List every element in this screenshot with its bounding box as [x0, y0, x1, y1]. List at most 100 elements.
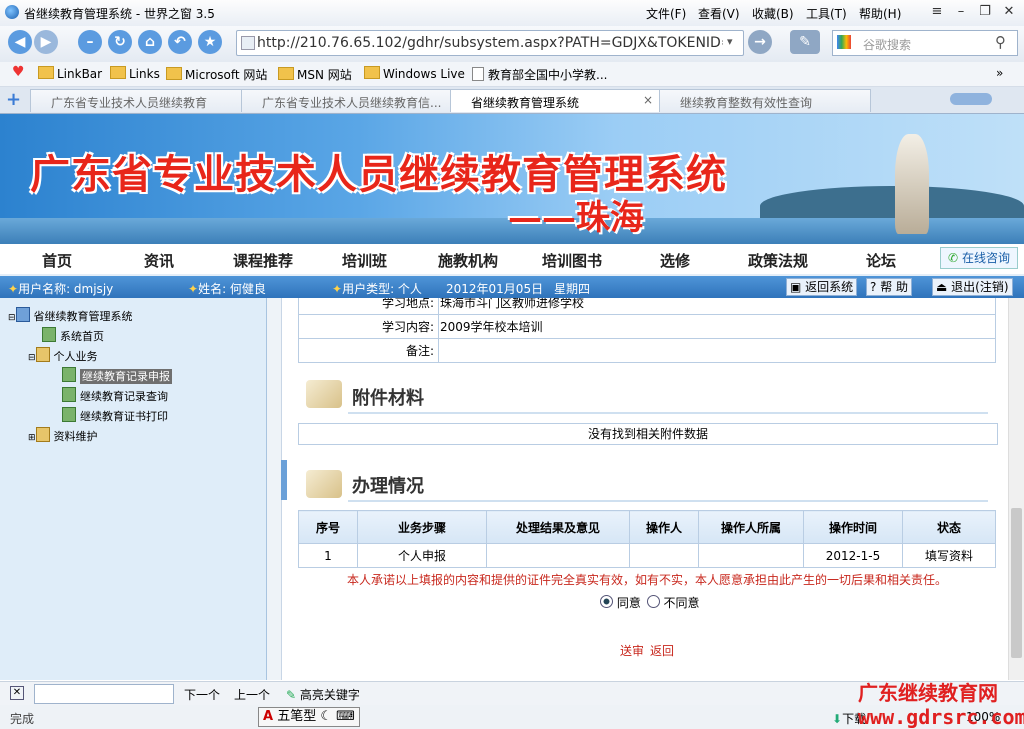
- refresh-icon[interactable]: ↻: [108, 30, 132, 54]
- scroll-icon: [306, 470, 342, 498]
- menu-tools[interactable]: 工具(T): [806, 5, 847, 22]
- online-consult-button[interactable]: ✆ 在线咨询: [940, 247, 1018, 269]
- table-row: 1 个人申报 2012-1-5 填写资料: [298, 543, 996, 568]
- find-prev-button[interactable]: 上一个: [234, 686, 270, 703]
- fav-windows-live[interactable]: Windows Live: [364, 66, 465, 81]
- tools-wrench-icon[interactable]: ✎: [790, 30, 820, 54]
- help-icon: ?: [870, 280, 877, 294]
- label-remark: 备注:: [298, 338, 439, 363]
- star-icon: ✦: [8, 282, 19, 296]
- close-tab-icon[interactable]: ×: [643, 93, 653, 107]
- help-button[interactable]: ? 帮 助: [866, 278, 913, 296]
- download-icon: ⬇: [832, 712, 843, 726]
- stop-icon[interactable]: –: [78, 30, 102, 54]
- favorites-bar: ♥ LinkBar Links Microsoft 网站 MSN 网站 Wind…: [0, 62, 1024, 87]
- nav-training[interactable]: 培训班: [342, 250, 387, 271]
- folder-icon: [166, 67, 182, 80]
- home-icon[interactable]: ⌂: [138, 30, 162, 54]
- nav-forum[interactable]: 论坛: [866, 250, 896, 271]
- nav-home[interactable]: 首页: [42, 250, 72, 271]
- scrollbar-thumb[interactable]: [1011, 508, 1022, 658]
- logout-button[interactable]: ⏏ 退出(注销): [932, 278, 1013, 296]
- favorites-overflow-icon[interactable]: »: [996, 66, 1003, 80]
- search-icon[interactable]: ⚲: [995, 33, 1006, 51]
- statue-graphic: [895, 134, 929, 234]
- user-type: ✦用户类型: 个人: [332, 282, 422, 296]
- close-find-icon[interactable]: ✕: [10, 686, 24, 700]
- address-dropdown-icon[interactable]: ▾: [727, 35, 733, 48]
- current-date: 2012年01月05日: [446, 282, 544, 296]
- tab-4[interactable]: 继续教育整数有效性查询: [659, 89, 871, 112]
- new-tab-icon[interactable]: +: [6, 89, 21, 110]
- tree-scrollbar[interactable]: [267, 298, 282, 680]
- agree-label[interactable]: 同意: [617, 596, 641, 610]
- fav-msn[interactable]: MSN 网站: [278, 66, 352, 83]
- watermark-line2: www.gdrsrc.com: [858, 705, 1024, 729]
- keyboard-icon: ⌨: [336, 709, 355, 724]
- back-to-system-button[interactable]: ▣ 返回系统: [786, 278, 858, 296]
- fav-microsoft[interactable]: Microsoft 网站: [166, 66, 267, 83]
- table-row: 学习内容: 2009学年校本培训: [298, 314, 996, 339]
- tree-item-print[interactable]: 继续教育证书打印: [62, 407, 168, 424]
- banner-subtitle: ——珠海: [508, 198, 644, 238]
- nav-electives[interactable]: 选修: [660, 250, 690, 271]
- nav-news[interactable]: 资讯: [144, 250, 174, 271]
- fav-links[interactable]: Links: [110, 66, 160, 81]
- back-link[interactable]: 返回: [650, 642, 674, 659]
- agree-radio[interactable]: [600, 595, 613, 608]
- watermark-line1: 广东继续教育网: [858, 681, 998, 705]
- address-bar[interactable]: http://210.76.65.102/gdhr/subsystem.aspx…: [236, 30, 744, 56]
- forward-icon[interactable]: ▶: [34, 30, 58, 54]
- close-icon[interactable]: ✕: [998, 3, 1020, 21]
- menu-options-icon[interactable]: ≡: [926, 3, 948, 21]
- exit-icon: ⏏: [936, 280, 948, 294]
- go-icon[interactable]: →: [748, 30, 772, 54]
- tree-maintenance[interactable]: ⊞ 资料维护: [28, 427, 98, 444]
- tree-system-home[interactable]: 系统首页: [42, 327, 104, 344]
- disagree-radio[interactable]: [646, 595, 660, 608]
- submit-link[interactable]: 送审: [620, 642, 644, 659]
- menu-favorites[interactable]: 收藏(B): [752, 5, 794, 22]
- label-location: 学习地点:: [298, 298, 439, 315]
- col-header: 业务步骤: [357, 510, 487, 544]
- cell: 2012-1-5: [803, 543, 903, 568]
- menu-view[interactable]: 查看(V): [698, 5, 740, 22]
- col-header: 状态: [902, 510, 996, 544]
- menu-file[interactable]: 文件(F): [646, 5, 686, 22]
- undo-close-icon[interactable]: ↶: [168, 30, 192, 54]
- tab-1[interactable]: 广东省专业技术人员继续教育: [30, 89, 242, 112]
- computer-icon: [15, 307, 30, 322]
- search-box[interactable]: 谷歌搜索 ⚲: [832, 30, 1018, 56]
- find-input[interactable]: [34, 684, 174, 704]
- nav-policies[interactable]: 政策法规: [748, 250, 808, 271]
- nav-institutions[interactable]: 施教机构: [438, 250, 498, 271]
- main-content: 学习地点: 珠海市斗门区教师进修学校 学习内容: 2009学年校本培训 备注: 附件…: [288, 298, 1008, 680]
- ime-toolbar[interactable]: A 五笔型 ☾ ⌨: [258, 707, 360, 727]
- tree-personal-business[interactable]: ⊟ 个人业务: [28, 347, 98, 364]
- favorites-heart-icon[interactable]: ♥: [12, 64, 25, 80]
- disagree-label[interactable]: 不同意: [664, 596, 700, 610]
- tab-2[interactable]: 广东省专业技术人员继续教育信...: [241, 89, 451, 112]
- restore-icon[interactable]: ❐: [974, 3, 996, 21]
- back-icon[interactable]: ◀: [8, 30, 32, 54]
- splitter-handle[interactable]: [281, 460, 287, 500]
- nav-books[interactable]: 培训图书: [542, 250, 602, 271]
- tab-scroll-icon[interactable]: [950, 93, 992, 105]
- folder-icon: [278, 67, 294, 80]
- highlight-button[interactable]: ✎ 高亮关键字: [286, 686, 360, 703]
- tree-item-query[interactable]: 继续教育记录查询: [62, 387, 168, 404]
- fav-linkbar[interactable]: LinkBar: [38, 66, 102, 81]
- tree-item-declare[interactable]: 继续教育记录申报: [62, 367, 172, 384]
- menu-help[interactable]: 帮助(H): [859, 5, 901, 22]
- page-icon: [62, 407, 76, 422]
- nav-courses[interactable]: 课程推荐: [233, 250, 293, 271]
- minimize-icon[interactable]: –: [950, 3, 972, 21]
- google-icon: [837, 35, 851, 49]
- tab-3-active[interactable]: 省继续教育管理系统 ×: [450, 89, 660, 112]
- main-scrollbar[interactable]: [1008, 298, 1024, 680]
- bookmark-star-icon[interactable]: ★: [198, 30, 222, 54]
- tree-root[interactable]: ⊟ 省继续教育管理系统: [8, 307, 133, 324]
- fav-moe[interactable]: 教育部全国中小学教...: [472, 66, 607, 83]
- value-location: 珠海市斗门区教师进修学校: [438, 298, 996, 315]
- find-next-button[interactable]: 下一个: [184, 686, 220, 703]
